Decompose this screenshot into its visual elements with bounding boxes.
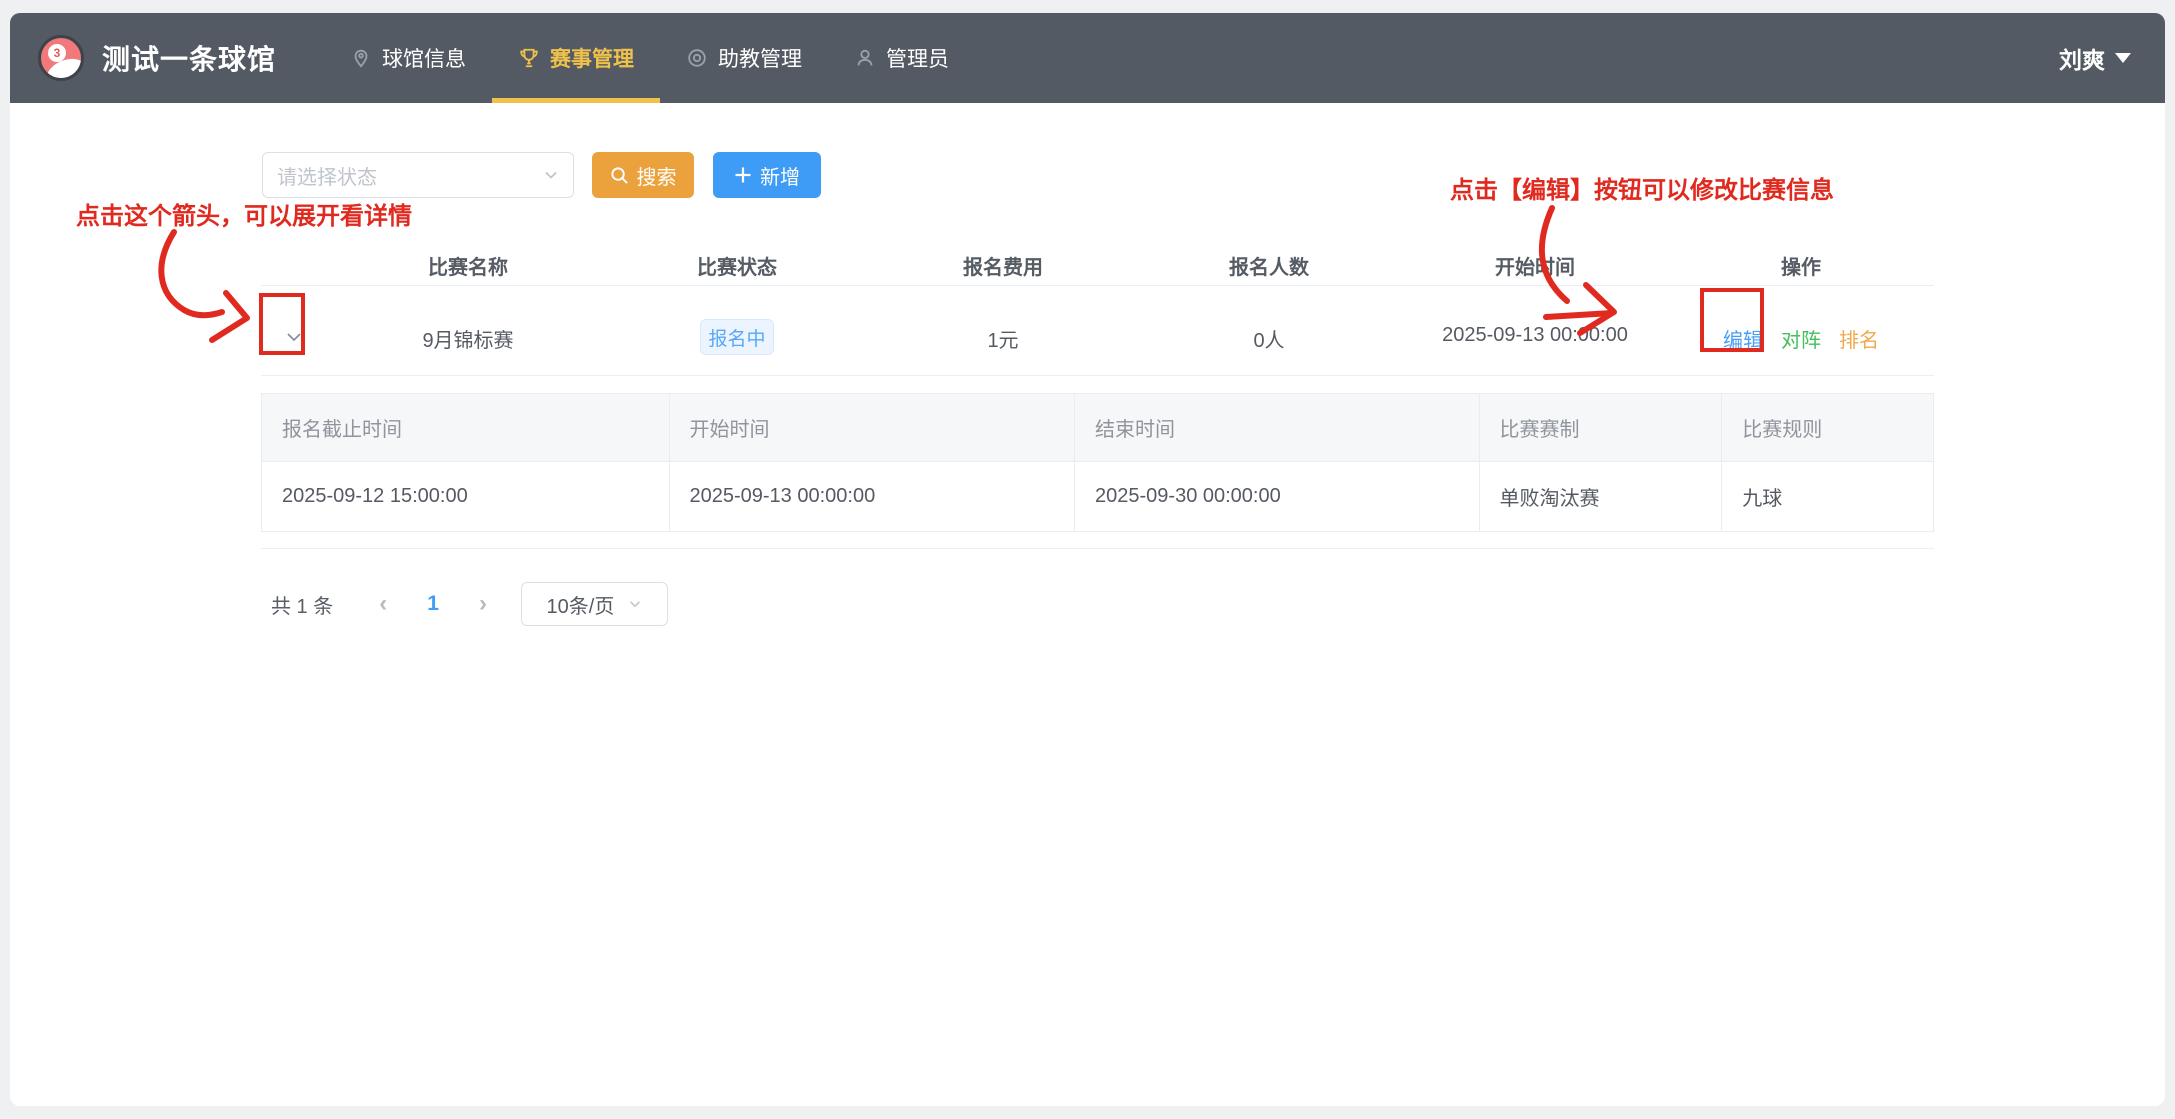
- cell-match-name: 9月锦标赛: [422, 324, 513, 353]
- tab-venue-info[interactable]: 球馆信息: [324, 13, 492, 103]
- detail-header-rules: 比赛规则: [1722, 394, 1933, 461]
- tab-assistant-management[interactable]: 助教管理: [660, 13, 828, 103]
- whistle-icon: [686, 47, 708, 69]
- detail-header-end-time: 结束时间: [1075, 394, 1480, 461]
- add-button[interactable]: 新增: [713, 152, 821, 198]
- main-card: 3 测试一条球馆 球馆信息: [10, 13, 2165, 1106]
- tab-label: 管理员: [886, 43, 949, 73]
- detail-header-start-time: 开始时间: [670, 394, 1076, 461]
- search-button[interactable]: 搜索: [592, 152, 694, 198]
- next-page-button[interactable]: ›: [479, 590, 487, 618]
- col-header-match-name: 比赛名称: [428, 251, 508, 280]
- caret-down-icon: [2115, 53, 2131, 63]
- cell-participants: 0人: [1253, 324, 1284, 353]
- search-button-label: 搜索: [637, 161, 677, 190]
- person-icon: [854, 47, 876, 69]
- user-name: 刘爽: [2059, 41, 2105, 75]
- page-canvas: 3 测试一条球馆 球馆信息: [0, 0, 2175, 1119]
- detail-header-row: 报名截止时间 开始时间 结束时间 比赛赛制 比赛规则: [262, 394, 1933, 461]
- search-icon: [610, 166, 629, 185]
- col-header-participants: 报名人数: [1229, 251, 1309, 280]
- cell-start-time: 2025-09-13 00:00:00: [1442, 324, 1628, 347]
- status-select[interactable]: 请选择状态: [262, 152, 574, 198]
- tab-label: 赛事管理: [550, 43, 634, 73]
- expand-highlight-box: [259, 293, 305, 355]
- detail-header-deadline: 报名截止时间: [262, 394, 670, 461]
- venue-title: 测试一条球馆: [102, 38, 276, 78]
- detail-value-row: 2025-09-12 15:00:00 2025-09-13 00:00:00 …: [262, 461, 1933, 531]
- col-header-start-time: 开始时间: [1495, 251, 1575, 280]
- page-number-1[interactable]: 1: [427, 592, 439, 616]
- tab-label: 助教管理: [718, 43, 802, 73]
- detail-value-end-time: 2025-09-30 00:00:00: [1075, 462, 1480, 531]
- billiard-ball-logo-icon: 3: [38, 35, 84, 81]
- row-divider: [261, 375, 1934, 376]
- add-button-label: 新增: [760, 161, 800, 190]
- page-size-select[interactable]: 10条/页: [521, 582, 668, 626]
- detail-value-rules: 九球: [1722, 462, 1933, 531]
- edit-highlight-box: [1700, 288, 1764, 352]
- status-select-placeholder: 请选择状态: [277, 161, 543, 190]
- user-menu[interactable]: 刘爽: [2059, 41, 2131, 75]
- detail-table: 报名截止时间 开始时间 结束时间 比赛赛制 比赛规则 2025-09-12 15…: [261, 393, 1934, 532]
- col-header-actions: 操作: [1781, 251, 1821, 280]
- expand-tip-annotation: 点击这个箭头，可以展开看详情: [76, 196, 412, 231]
- prev-page-button[interactable]: ‹: [379, 590, 387, 618]
- plus-icon: [734, 166, 752, 184]
- ball-number: 3: [48, 44, 66, 62]
- tab-administrator[interactable]: 管理员: [828, 13, 975, 103]
- header-divider: [261, 285, 1934, 286]
- status-badge: 报名中: [700, 319, 774, 355]
- nav-tabs: 球馆信息 赛事管理: [324, 13, 975, 103]
- col-header-match-status: 比赛状态: [697, 251, 777, 280]
- detail-value-deadline: 2025-09-12 15:00:00: [262, 462, 670, 531]
- versus-link[interactable]: 对阵: [1781, 324, 1821, 353]
- location-pin-icon: [350, 47, 372, 69]
- expand-area-divider: [261, 548, 1934, 549]
- page-size-value: 10条/页: [547, 590, 615, 619]
- tab-event-management[interactable]: 赛事管理: [492, 13, 660, 103]
- cell-fee: 1元: [987, 324, 1018, 353]
- edit-tip-annotation: 点击【编辑】按钮可以修改比赛信息: [1450, 170, 1834, 205]
- trophy-icon: [518, 47, 540, 69]
- detail-value-format: 单败淘汰赛: [1480, 462, 1723, 531]
- detail-value-start-time: 2025-09-13 00:00:00: [670, 462, 1076, 531]
- col-header-fee: 报名费用: [963, 251, 1043, 280]
- pagination: 共 1 条 ‹ 1 › 10条/页: [271, 581, 668, 627]
- detail-header-format: 比赛赛制: [1480, 394, 1723, 461]
- tab-label: 球馆信息: [382, 43, 466, 73]
- top-navbar: 3 测试一条球馆 球馆信息: [10, 13, 2165, 103]
- pagination-total: 共 1 条: [271, 590, 333, 619]
- ranking-link[interactable]: 排名: [1839, 324, 1879, 353]
- chevron-down-icon: [543, 167, 559, 183]
- chevron-down-icon: [628, 597, 642, 611]
